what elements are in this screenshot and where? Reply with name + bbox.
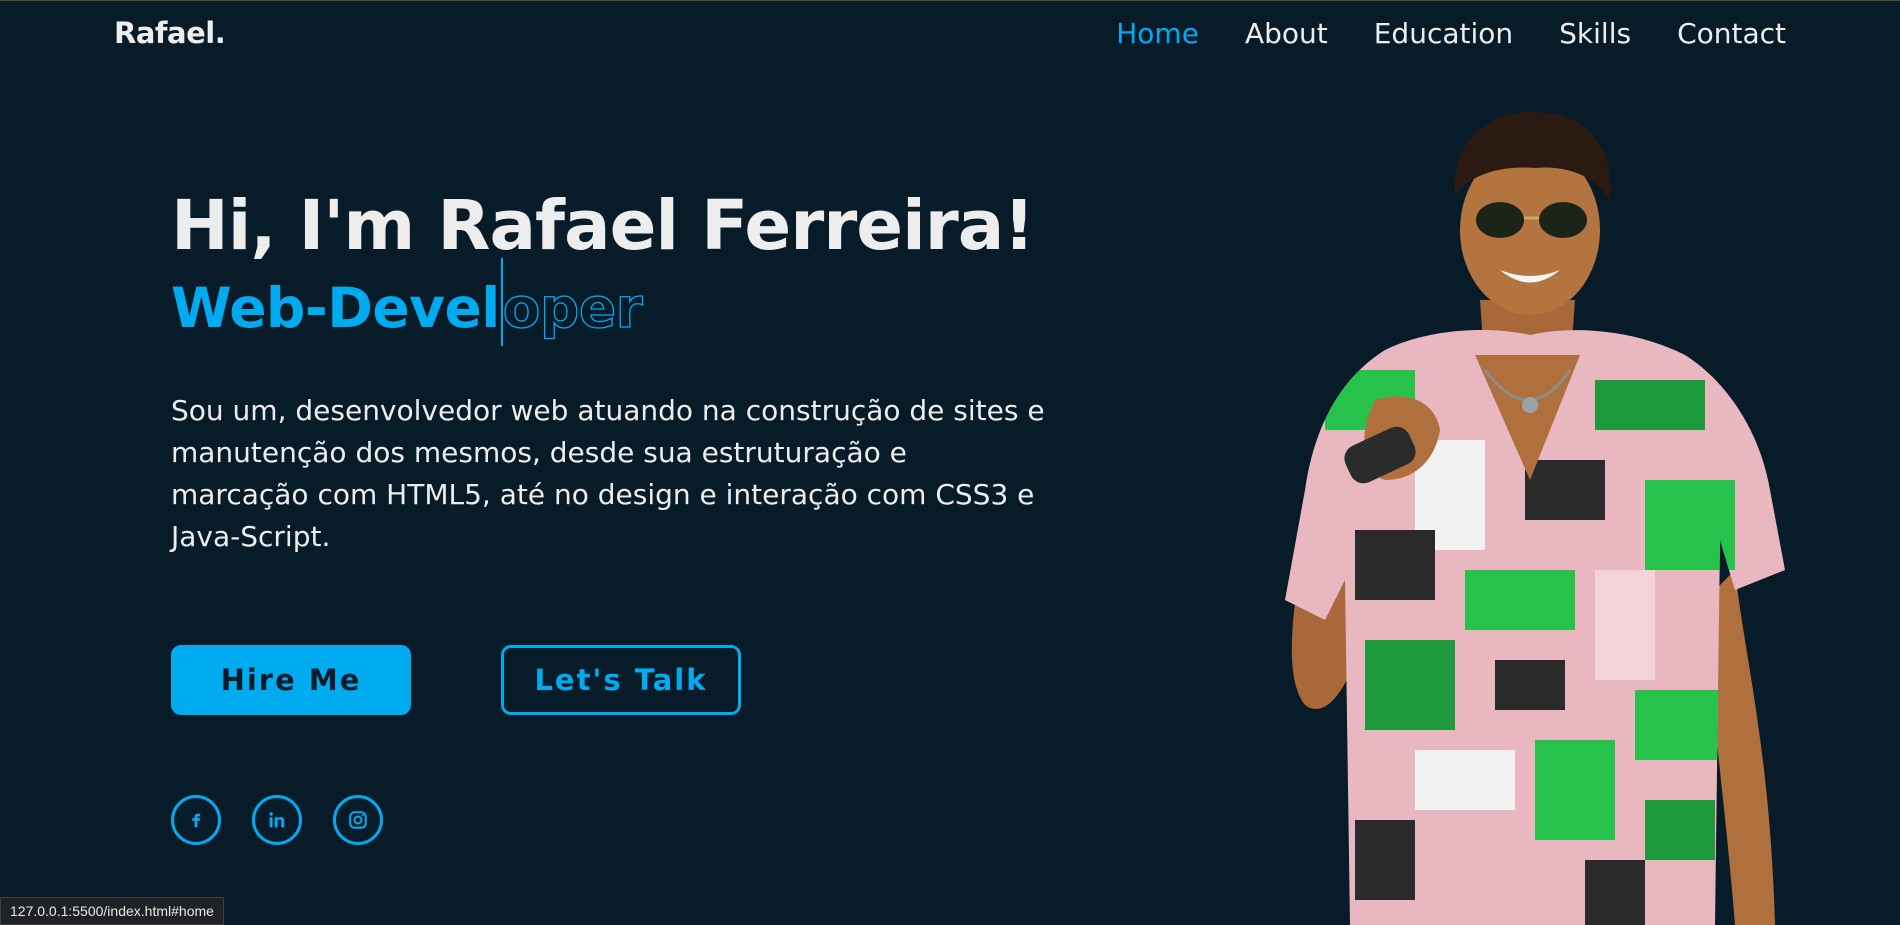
hero-title: Hi, I'm Rafael Ferreira!	[171, 186, 1035, 266]
nav-link-skills[interactable]: Skills	[1559, 17, 1631, 50]
nav-link-home[interactable]: Home	[1116, 17, 1199, 50]
page: Rafael. Home About Education Skills Cont…	[0, 0, 1900, 925]
logo[interactable]: Rafael.	[114, 16, 226, 50]
site-header: Rafael. Home About Education Skills Cont…	[0, 0, 1900, 66]
facebook-icon	[192, 813, 201, 828]
linkedin-link[interactable]	[252, 795, 302, 845]
instagram-link[interactable]	[333, 795, 383, 845]
nav-link-about[interactable]: About	[1245, 17, 1328, 50]
instagram-icon	[349, 811, 367, 829]
hero-buttons: Hire Me Let's Talk	[171, 645, 741, 715]
nav-link-education[interactable]: Education	[1374, 17, 1513, 50]
browser-status-bar: 127.0.0.1:5500/index.html#home	[0, 897, 224, 925]
hero-content: Hi, I'm Rafael Ferreira! Web-Developer S…	[171, 184, 1071, 558]
hire-me-button[interactable]: Hire Me	[171, 645, 411, 715]
lets-talk-button[interactable]: Let's Talk	[501, 645, 741, 715]
nav-link-contact[interactable]: Contact	[1677, 17, 1786, 50]
social-links	[171, 795, 383, 845]
hero-description: Sou um, desenvolvedor web atuando na con…	[171, 394, 1045, 553]
role-untyped-part: oper	[502, 275, 643, 340]
profile-photo	[1285, 111, 1785, 925]
role-typed-part: Web-Devel	[171, 276, 500, 340]
role-typing-text: Web-Developer	[171, 257, 1071, 348]
main-nav: Home About Education Skills Contact	[1116, 17, 1786, 50]
linkedin-icon	[269, 812, 285, 828]
facebook-link[interactable]	[171, 795, 221, 845]
